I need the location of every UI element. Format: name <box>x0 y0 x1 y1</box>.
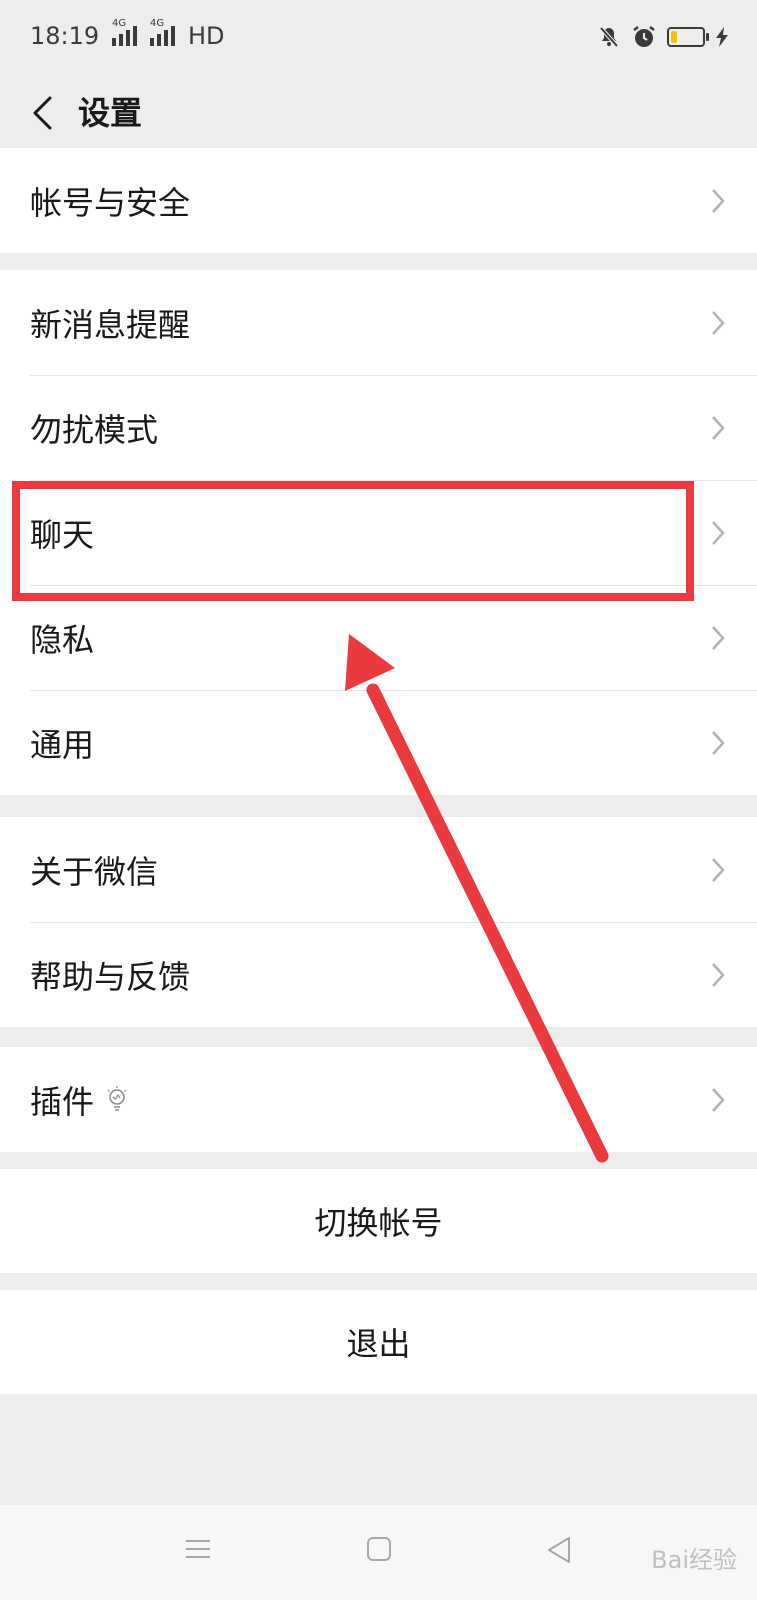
menu-icon[interactable] <box>184 1535 212 1563</box>
watermark: Bai经验 <box>651 1546 737 1574</box>
system-navigation-bar: Bai经验 <box>0 1505 757 1600</box>
annotation-arrow-icon <box>345 634 609 1163</box>
home-icon[interactable] <box>365 1535 393 1563</box>
back-triangle-icon[interactable] <box>545 1535 573 1565</box>
